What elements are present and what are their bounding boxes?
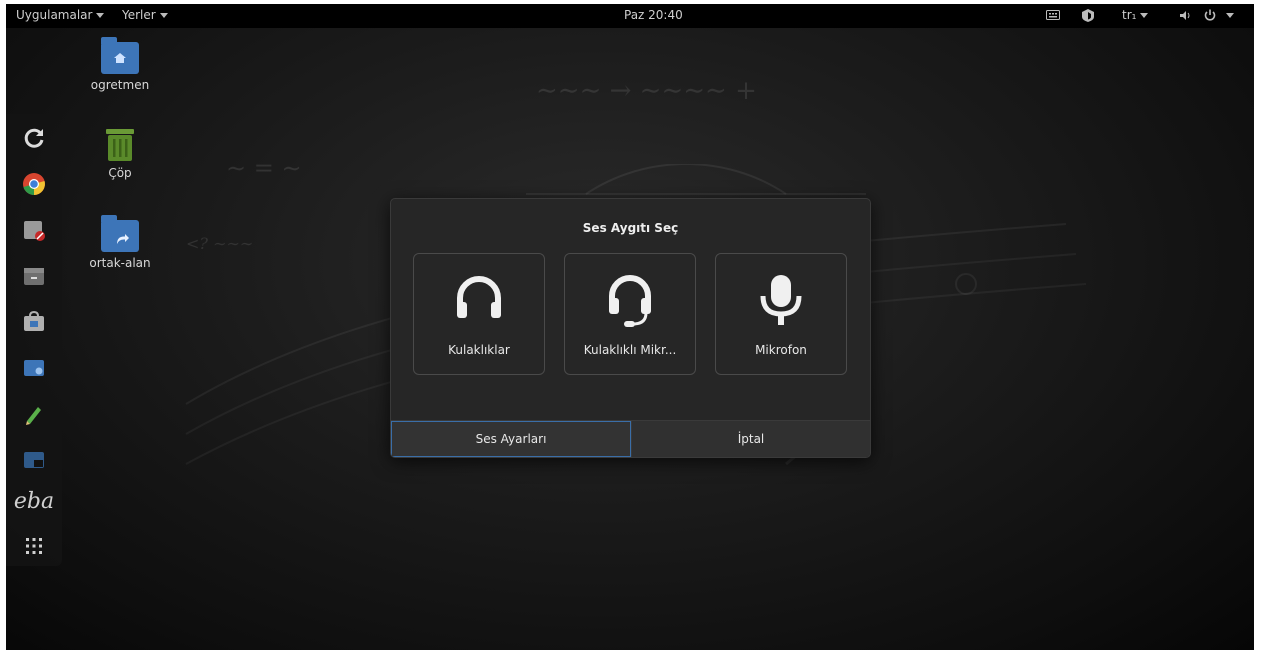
app-grid-icon[interactable] xyxy=(20,532,48,560)
wallpaper-scribble: ∼∼∼ → ∼∼∼∼ + xyxy=(536,76,757,106)
clock[interactable]: Paz 20:40 xyxy=(624,8,683,22)
applications-menu[interactable]: Uygulamalar xyxy=(16,8,105,22)
top-panel: Uygulamalar Yerler Paz 20:40 tr₁ xyxy=(6,4,1254,28)
clock-label: Paz 20:40 xyxy=(624,8,683,22)
desktop-icon-label: Çöp xyxy=(108,166,132,180)
applications-label: Uygulamalar xyxy=(16,8,93,22)
microphone-icon xyxy=(760,275,802,325)
files-icon[interactable] xyxy=(20,262,48,290)
shared-folder-icon xyxy=(101,215,139,252)
places-label: Yerler xyxy=(122,8,156,22)
network-icon[interactable] xyxy=(1082,9,1094,22)
settings-icon[interactable] xyxy=(20,216,48,244)
chevron-down-icon xyxy=(1140,13,1149,18)
power-icon xyxy=(1204,9,1216,21)
dialog-button-row: Ses Ayarları İptal xyxy=(391,420,870,457)
keyboard-layout-menu[interactable]: tr₁ xyxy=(1122,8,1149,22)
desktop-icon-home[interactable]: ogretmen xyxy=(80,37,160,92)
device-microphone-button[interactable]: Mikrofon xyxy=(715,253,847,375)
eba-logo[interactable]: eba xyxy=(14,486,54,516)
device-label: Mikrofon xyxy=(755,343,807,357)
desktop-icon-label: ogretmen xyxy=(90,78,150,92)
pencil-icon[interactable] xyxy=(20,400,48,428)
device-label: Kulaklıklar xyxy=(448,343,510,357)
dock: eba xyxy=(6,114,62,566)
headphones-icon xyxy=(457,276,501,318)
dialog-title: Ses Aygıtı Seç xyxy=(582,221,679,235)
desktop-icon-trash[interactable]: Çöp xyxy=(80,128,160,180)
sound-settings-button[interactable]: Ses Ayarları xyxy=(391,421,631,457)
screenshot-icon[interactable] xyxy=(20,354,48,382)
terminal-icon[interactable] xyxy=(20,446,48,474)
chevron-down-icon xyxy=(1226,13,1234,18)
home-folder-icon xyxy=(101,37,139,74)
device-headset-button[interactable]: Kulaklıklı Mikr... xyxy=(564,253,696,375)
device-headphones-button[interactable]: Kulaklıklar xyxy=(413,253,545,375)
places-menu[interactable]: Yerler xyxy=(122,8,168,22)
cancel-button[interactable]: İptal xyxy=(631,421,870,457)
desktop-icon-label: ortak-alan xyxy=(89,256,151,270)
chrome-icon[interactable] xyxy=(20,170,48,198)
power-menu[interactable] xyxy=(1204,9,1234,21)
headset-icon xyxy=(609,275,651,327)
keyboard-layout-label: tr₁ xyxy=(1122,8,1137,22)
desktop-screen: ∼∼∼ → ∼∼∼∼ + ∼ = ∼ <? ∼∼∼ Uygulamalar Ye… xyxy=(6,4,1254,650)
chevron-down-icon xyxy=(96,13,105,18)
trash-icon xyxy=(106,129,134,161)
select-sound-device-dialog: Ses Aygıtı Seç Kulaklıklar Kulaklıklı Mi… xyxy=(390,198,871,458)
device-label: Kulaklıklı Mikr... xyxy=(583,343,677,357)
software-center-icon[interactable] xyxy=(20,308,48,336)
keyboard-icon[interactable] xyxy=(1046,10,1060,20)
reload-icon[interactable] xyxy=(20,124,48,152)
chevron-down-icon xyxy=(159,13,168,18)
volume-icon[interactable] xyxy=(1180,10,1192,21)
desktop-icon-shared[interactable]: ortak-alan xyxy=(80,215,160,270)
